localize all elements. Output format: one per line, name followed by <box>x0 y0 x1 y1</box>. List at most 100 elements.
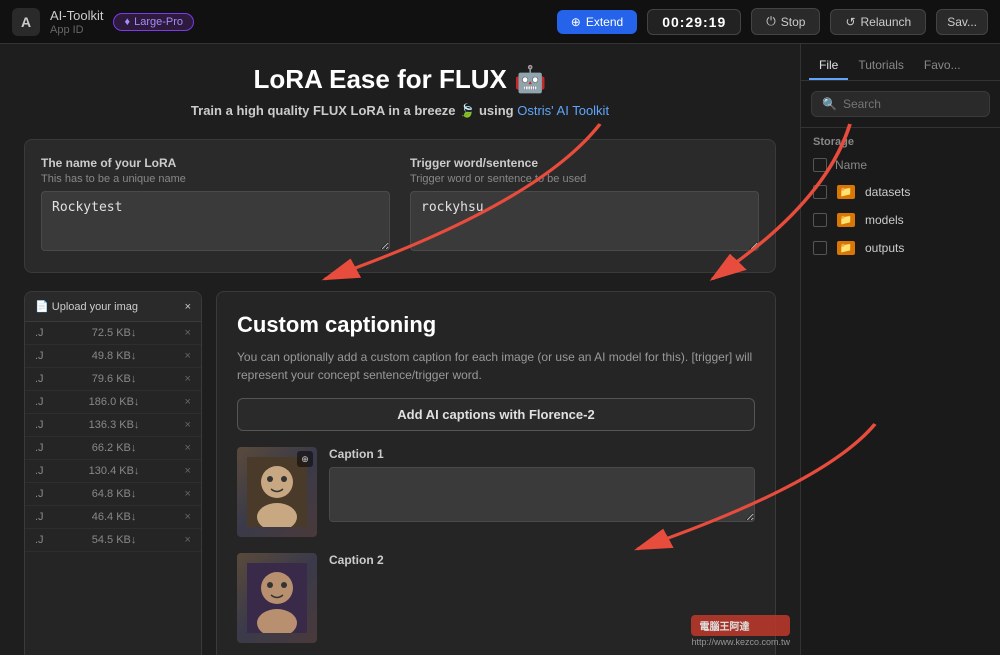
file-name: .J <box>35 327 44 339</box>
file-size: 72.5 KB↓ <box>92 327 137 339</box>
caption-title: Custom captioning <box>237 312 755 338</box>
folder-checkbox[interactable] <box>813 185 827 199</box>
trigger-label: Trigger word/sentence <box>410 156 759 170</box>
caption-1-input[interactable] <box>329 467 755 522</box>
file-close-button[interactable]: × <box>185 327 191 339</box>
file-size: 79.6 KB↓ <box>92 373 137 385</box>
sidebar-search-area: 🔍 <box>801 81 1000 128</box>
file-close-button[interactable]: × <box>185 465 191 477</box>
name-column-header: Name <box>835 158 867 172</box>
file-close-button[interactable]: × <box>185 511 191 523</box>
list-item: .J 79.6 KB↓ × <box>25 368 201 391</box>
extend-icon: ⊕ <box>571 15 581 29</box>
lora-name-input[interactable] <box>41 191 390 251</box>
file-close-button[interactable]: × <box>185 350 191 362</box>
caption-desc: You can optionally add a custom caption … <box>237 348 755 384</box>
file-close-button[interactable]: × <box>185 373 191 385</box>
folder-name: models <box>865 213 904 227</box>
caption-1-label: Caption 1 <box>329 447 755 461</box>
large-pro-badge: ♦ Large-Pro <box>113 13 194 31</box>
file-name: .J <box>35 465 44 477</box>
caption-item-1: ⊕ Caption 1 <box>237 447 755 537</box>
file-name: .J <box>35 534 44 546</box>
file-name: .J <box>35 396 44 408</box>
list-item: .J 64.8 KB↓ × <box>25 483 201 506</box>
select-all-checkbox[interactable] <box>813 158 827 172</box>
ai-caption-button[interactable]: Add AI captions with Florence-2 <box>237 398 755 431</box>
folder-icon: 📁 <box>837 213 855 227</box>
extend-button[interactable]: ⊕ Extend <box>557 10 637 34</box>
tab-tutorials[interactable]: Tutorials <box>848 52 914 80</box>
tab-favorites[interactable]: Favo... <box>914 52 971 80</box>
watermark: 電腦王阿達 http://www.kezco.com.tw <box>691 615 790 647</box>
list-item: .J 49.8 KB↓ × <box>25 345 201 368</box>
stop-button[interactable]: ⏻ Stop <box>751 8 820 35</box>
file-close-button[interactable]: × <box>185 442 191 454</box>
trigger-hint: Trigger word or sentence to be used <box>410 173 759 185</box>
list-item: .J 186.0 KB↓ × <box>25 391 201 414</box>
file-size: 186.0 KB↓ <box>89 396 140 408</box>
file-panel: 📄 Upload your imag × .J 72.5 KB↓ × .J 49… <box>24 291 202 655</box>
folder-icon: 📁 <box>837 185 855 199</box>
folder-checkbox[interactable] <box>813 213 827 227</box>
folder-checkbox[interactable] <box>813 241 827 255</box>
relaunch-button[interactable]: ↺ Relaunch <box>830 9 926 35</box>
storage-folder-item[interactable]: 📁 models <box>801 206 1000 234</box>
storage-label: Storage <box>801 128 1000 152</box>
file-size: 66.2 KB↓ <box>92 442 137 454</box>
relaunch-icon: ↺ <box>845 15 855 29</box>
file-panel-header: 📄 Upload your imag × <box>25 292 201 322</box>
sidebar-tabs: File Tutorials Favo... <box>801 44 1000 81</box>
tab-file[interactable]: File <box>809 52 848 80</box>
lora-name-field: The name of your LoRA This has to be a u… <box>41 156 390 256</box>
file-size: 64.8 KB↓ <box>92 488 137 500</box>
file-size: 49.8 KB↓ <box>92 350 137 362</box>
file-name: .J <box>35 419 44 431</box>
toolkit-link[interactable]: Ostris' AI Toolkit <box>517 103 609 118</box>
file-name: .J <box>35 511 44 523</box>
search-icon: 🔍 <box>822 97 837 111</box>
list-item: .J 46.4 KB↓ × <box>25 506 201 529</box>
storage-items: 📁 datasets 📁 models 📁 outputs <box>801 178 1000 262</box>
list-item: .J 54.5 KB↓ × <box>25 529 201 552</box>
trigger-field: Trigger word/sentence Trigger word or se… <box>410 156 759 256</box>
caption-thumb-2 <box>237 553 317 643</box>
folder-icon: 📁 <box>837 241 855 255</box>
save-button[interactable]: Sav... <box>936 9 988 35</box>
file-close-button[interactable]: × <box>185 419 191 431</box>
list-item: .J 72.5 KB↓ × <box>25 322 201 345</box>
list-item: .J 66.2 KB↓ × <box>25 437 201 460</box>
folder-name: outputs <box>865 241 904 255</box>
app-name: AI-Toolkit <box>50 8 103 23</box>
folder-name: datasets <box>865 185 910 199</box>
form-section: The name of your LoRA This has to be a u… <box>24 139 776 273</box>
caption-2-label: Caption 2 <box>329 553 755 567</box>
search-input-wrap: 🔍 <box>811 91 990 117</box>
list-item: .J 130.4 KB↓ × <box>25 460 201 483</box>
trigger-input[interactable] <box>410 191 759 251</box>
file-close-button[interactable]: × <box>185 534 191 546</box>
caption-item-2: Caption 2 <box>237 553 755 643</box>
file-name: .J <box>35 350 44 362</box>
right-sidebar: File Tutorials Favo... 🔍 Storage Name 📁 … <box>800 44 1000 655</box>
app-logo: A <box>12 8 40 36</box>
lora-name-label: The name of your LoRA <box>41 156 390 170</box>
file-list: .J 72.5 KB↓ × .J 49.8 KB↓ × .J 79.6 KB↓ … <box>25 322 201 552</box>
file-name: .J <box>35 488 44 500</box>
left-content: LoRA Ease for FLUX 🤖 Train a high qualit… <box>0 44 800 655</box>
file-panel-close[interactable]: × <box>185 301 191 313</box>
file-size: 46.4 KB↓ <box>92 511 137 523</box>
storage-folder-item[interactable]: 📁 datasets <box>801 178 1000 206</box>
storage-folder-item[interactable]: 📁 outputs <box>801 234 1000 262</box>
file-size: 130.4 KB↓ <box>89 465 140 477</box>
topbar: A AI-Toolkit App ID ♦ Large-Pro ⊕ Extend… <box>0 0 1000 44</box>
page-title: LoRA Ease for FLUX 🤖 <box>24 64 776 95</box>
file-close-button[interactable]: × <box>185 396 191 408</box>
file-size: 136.3 KB↓ <box>89 419 140 431</box>
file-name: .J <box>35 373 44 385</box>
file-panel-title: 📄 Upload your imag <box>35 300 138 313</box>
main-wrapper: LoRA Ease for FLUX 🤖 Train a high qualit… <box>0 44 1000 655</box>
search-input[interactable] <box>843 97 979 111</box>
file-close-button[interactable]: × <box>185 488 191 500</box>
timer-display: 00:29:19 <box>647 9 741 35</box>
